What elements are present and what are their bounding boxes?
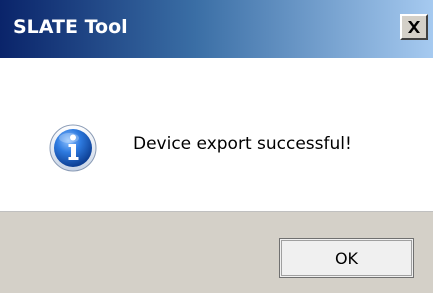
dialog-footer: OK xyxy=(0,211,433,293)
close-icon xyxy=(408,21,420,33)
close-button[interactable] xyxy=(400,14,428,40)
dialog-body: Device export successful! xyxy=(0,58,433,211)
info-icon xyxy=(49,124,97,172)
title-bar[interactable]: SLATE Tool xyxy=(0,0,433,58)
window-title: SLATE Tool xyxy=(13,16,128,38)
ok-button[interactable]: OK xyxy=(279,238,414,278)
dialog-message: Device export successful! xyxy=(133,134,352,154)
message-dialog: SLATE Tool Device export successful! OK xyxy=(0,0,433,293)
